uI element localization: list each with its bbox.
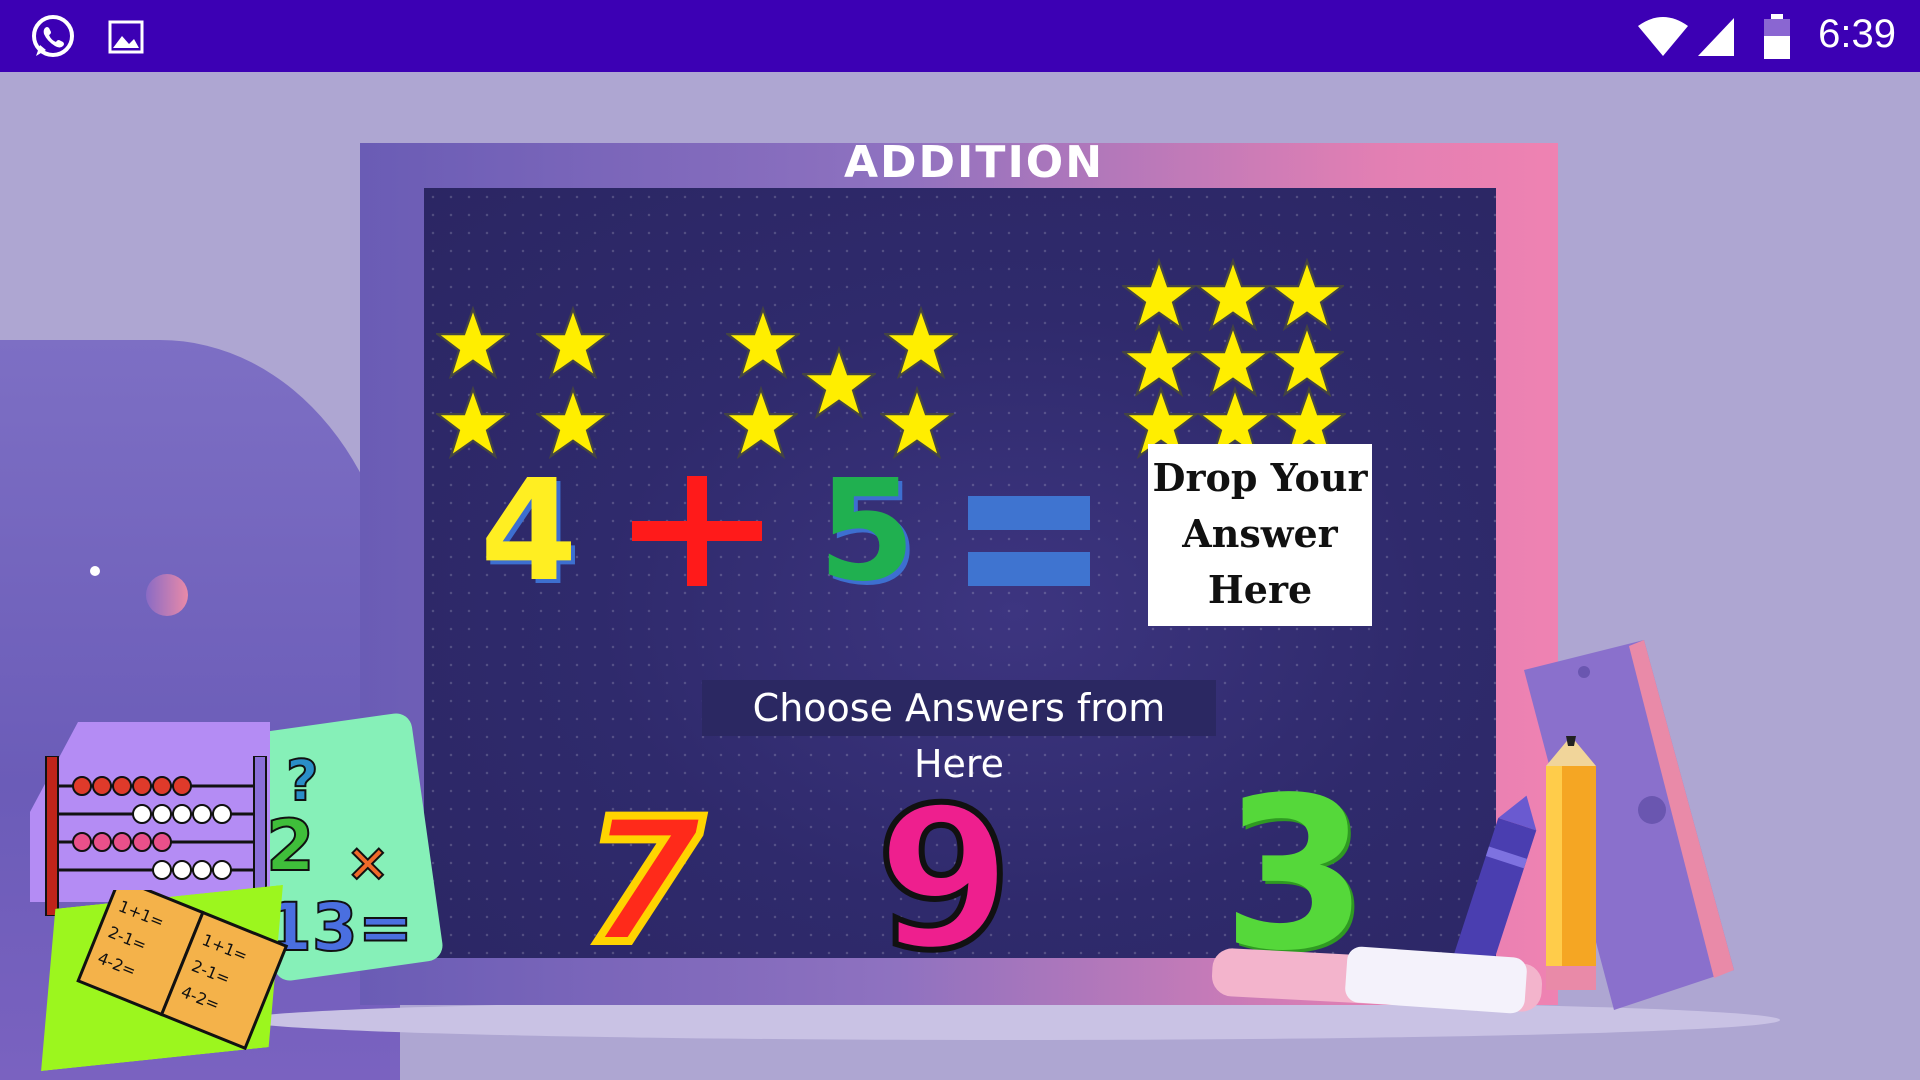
star-icon	[436, 386, 510, 460]
signal-icon	[1698, 18, 1734, 56]
planet-decoration	[146, 574, 188, 616]
star-icon	[726, 306, 800, 380]
wifi-icon	[1638, 17, 1688, 56]
svg-text:2: 2	[266, 805, 315, 887]
star-icon	[536, 386, 610, 460]
addend-1: 4	[480, 450, 578, 613]
star-icon	[724, 386, 798, 460]
page-title: ADDITION	[843, 137, 1105, 188]
status-bar: 6:39	[0, 0, 1920, 72]
whatsapp-icon	[32, 15, 74, 57]
star-icon	[802, 346, 876, 420]
svg-text:×: ×	[346, 833, 390, 893]
gallery-icon	[108, 20, 144, 54]
sparkle-dot	[90, 566, 100, 576]
drop-zone-line-2: Answer	[1182, 511, 1338, 556]
star-icon	[436, 306, 510, 380]
notebook-icon: 1+1= 2-1= 4-2= 1+1= 2-1= 4-2=	[76, 890, 289, 1050]
answer-choice-9[interactable]: 9	[873, 779, 1015, 981]
choose-answers-label: Choose Answers from Here	[702, 680, 1216, 786]
pencil-icon	[1546, 736, 1596, 990]
star-icon	[884, 306, 958, 380]
star-icon	[1196, 258, 1270, 332]
plus-sign	[632, 476, 762, 586]
clock: 6:39	[1818, 12, 1896, 56]
star-icon	[880, 386, 954, 460]
battery-icon	[1764, 14, 1790, 59]
drop-zone-line-3: Here	[1207, 567, 1313, 612]
star-icon	[1122, 258, 1196, 332]
answer-choice-7[interactable]: 7	[580, 792, 708, 972]
addend-2: 5	[818, 450, 916, 613]
star-icon	[1270, 258, 1344, 332]
answer-drop-zone[interactable]: Drop Your Answer Here	[1148, 444, 1372, 626]
equals-sign	[968, 496, 1090, 586]
drop-zone-line-1: Drop Your	[1152, 455, 1368, 500]
star-icon	[536, 306, 610, 380]
